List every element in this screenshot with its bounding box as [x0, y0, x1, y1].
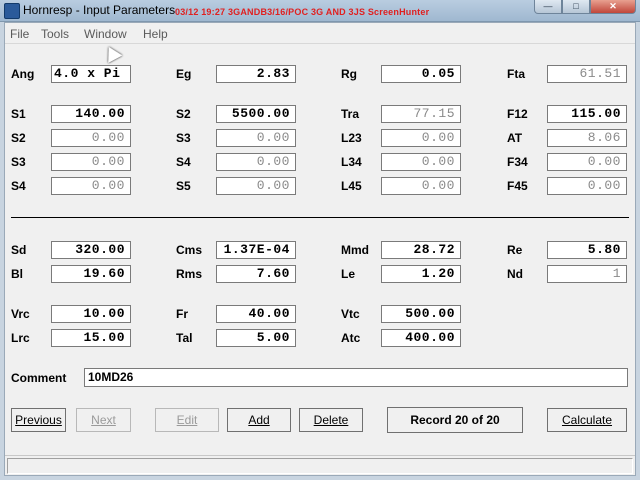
s1-field[interactable]: 140.00: [51, 105, 131, 123]
label-f45: F45: [507, 179, 528, 193]
rg-field[interactable]: 0.05: [381, 65, 461, 83]
label-s4-second: S4: [11, 179, 26, 193]
delete-button[interactable]: Delete: [299, 408, 363, 432]
label-s3-second: S3: [11, 155, 26, 169]
input-parameters-panel: File Tools Window Help Ang 4.0 x Pi Eg 2…: [4, 22, 636, 476]
menu-tools[interactable]: Tools: [41, 27, 69, 41]
record-indicator: Record 20 of 20: [387, 407, 523, 433]
title-bar: Hornresp - Input Parameters 03/12 19:27 …: [0, 0, 640, 22]
s4-second-field[interactable]: 0.00: [51, 177, 131, 195]
sd-field[interactable]: 320.00: [51, 241, 131, 259]
label-vtc: Vtc: [341, 307, 360, 321]
label-rg: Rg: [341, 67, 357, 81]
label-s4: S4: [176, 155, 191, 169]
status-field: [7, 458, 633, 474]
menu-help[interactable]: Help: [143, 27, 168, 41]
label-at: AT: [507, 131, 523, 145]
label-cms: Cms: [176, 243, 203, 257]
previous-button[interactable]: Previous: [11, 408, 66, 432]
tal-field[interactable]: 5.00: [216, 329, 296, 347]
edit-button[interactable]: Edit: [155, 408, 219, 432]
label-eg: Eg: [176, 67, 192, 81]
l45-field[interactable]: 0.00: [381, 177, 461, 195]
le-field[interactable]: 1.20: [381, 265, 461, 283]
s3-field[interactable]: 0.00: [216, 129, 296, 147]
eg-field[interactable]: 2.83: [216, 65, 296, 83]
label-s3: S3: [176, 131, 191, 145]
fta-field[interactable]: 61.51: [547, 65, 627, 83]
label-s1: S1: [11, 107, 26, 121]
re-field[interactable]: 5.80: [547, 241, 627, 259]
f45-field[interactable]: 0.00: [547, 177, 627, 195]
label-l34: L34: [341, 155, 362, 169]
label-mmd: Mmd: [341, 243, 369, 257]
label-lrc: Lrc: [11, 331, 30, 345]
lrc-field[interactable]: 15.00: [51, 329, 131, 347]
f34-field[interactable]: 0.00: [547, 153, 627, 171]
comment-field[interactable]: 10MD26: [84, 368, 628, 387]
label-rms: Rms: [176, 267, 203, 281]
label-vrc: Vrc: [11, 307, 30, 321]
add-button[interactable]: Add: [227, 408, 291, 432]
label-l23: L23: [341, 131, 362, 145]
section-divider: [11, 217, 629, 218]
vrc-field[interactable]: 10.00: [51, 305, 131, 323]
s2-field[interactable]: 5500.00: [216, 105, 296, 123]
label-fr: Fr: [176, 307, 188, 321]
screenshot-overlay-text: 03/12 19:27 3GANDB3/16/POC 3G AND 3JS Sc…: [175, 7, 430, 17]
status-bar: [5, 455, 635, 475]
ang-field[interactable]: 4.0 x Pi: [51, 65, 131, 83]
close-button[interactable]: ✕: [590, 0, 636, 14]
mmd-field[interactable]: 28.72: [381, 241, 461, 259]
tra-field[interactable]: 77.15: [381, 105, 461, 123]
label-tra: Tra: [341, 107, 360, 121]
label-f12: F12: [507, 107, 528, 121]
calculate-button[interactable]: Calculate: [547, 408, 627, 432]
f12-field[interactable]: 115.00: [547, 105, 627, 123]
label-s2-second: S2: [11, 131, 26, 145]
menu-bar: File Tools Window Help: [5, 23, 635, 44]
minimize-button[interactable]: —: [534, 0, 562, 14]
label-le: Le: [341, 267, 356, 281]
label-s2: S2: [176, 107, 191, 121]
bl-field[interactable]: 19.60: [51, 265, 131, 283]
label-tal: Tal: [176, 331, 193, 345]
label-bl: Bl: [11, 267, 23, 281]
label-re: Re: [507, 243, 523, 257]
atc-field[interactable]: 400.00: [381, 329, 461, 347]
at-field[interactable]: 8.06: [547, 129, 627, 147]
label-atc: Atc: [341, 331, 361, 345]
nd-field[interactable]: 1: [547, 265, 627, 283]
label-l45: L45: [341, 179, 362, 193]
label-ang: Ang: [11, 67, 35, 81]
app-icon: [4, 3, 20, 19]
s3-second-field[interactable]: 0.00: [51, 153, 131, 171]
rms-field[interactable]: 7.60: [216, 265, 296, 283]
fr-field[interactable]: 40.00: [216, 305, 296, 323]
menu-window[interactable]: Window: [84, 27, 127, 41]
s2-second-field[interactable]: 0.00: [51, 129, 131, 147]
maximize-button[interactable]: □: [562, 0, 590, 14]
next-button[interactable]: Next: [76, 408, 131, 432]
vtc-field[interactable]: 500.00: [381, 305, 461, 323]
menu-file[interactable]: File: [10, 27, 29, 41]
s5-field[interactable]: 0.00: [216, 177, 296, 195]
cms-field[interactable]: 1.37E-04: [216, 241, 296, 259]
label-f34: F34: [507, 155, 528, 169]
label-nd: Nd: [507, 267, 523, 281]
label-comment: Comment: [11, 371, 67, 385]
s4-field[interactable]: 0.00: [216, 153, 296, 171]
l23-field[interactable]: 0.00: [381, 129, 461, 147]
window-title: Hornresp - Input Parameters: [23, 3, 176, 17]
l34-field[interactable]: 0.00: [381, 153, 461, 171]
label-sd: Sd: [11, 243, 27, 257]
label-fta: Fta: [507, 67, 525, 81]
label-s5: S5: [176, 179, 191, 193]
